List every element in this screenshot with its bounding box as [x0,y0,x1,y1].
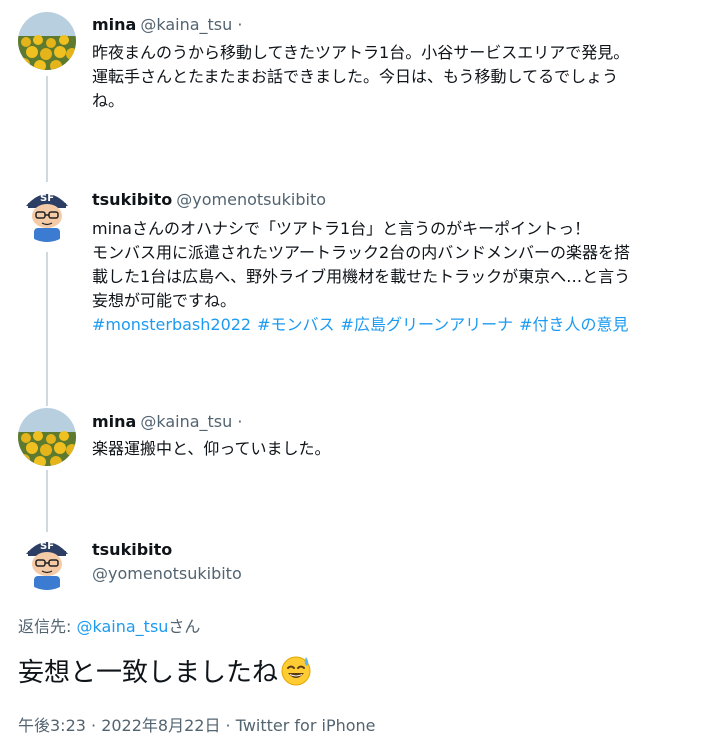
reply-to-handle-link[interactable]: @kaina_tsu [76,617,168,636]
tweet-header: mina @kaina_tsu · [92,411,242,433]
display-name[interactable]: tsukibito [92,538,242,562]
svg-text:SF: SF [40,193,54,204]
display-name[interactable]: tsukibito [92,190,172,209]
reply-to-suffix: さん [168,617,201,636]
reply-to-prefix: 返信先: [18,617,77,636]
tweet-line: モンバス用に派遣されたツアートラック2台の内バンドメンバーの楽器を搭 [92,243,631,262]
tweet-line: 運転手さんとたまたまお話できました。今日は、もう移動してるでしょう [92,67,619,86]
tweet-line: minaさんのオハナシで「ツアトラ1台」と言うのがキーポイントっ！ [92,219,591,238]
hashtag-link[interactable]: #monsterbash2022 [92,315,251,334]
cartoon-boy-cap-avatar-icon: SF [18,532,76,590]
user-handle[interactable]: @yomenotsukibito [92,562,242,586]
tweet-line: 昨夜まんのうから移動してきたツアトラ1台。小谷サービスエリアで発見。 [92,43,630,62]
tweet-header: tsukibito @yomenotsukibito [92,538,242,586]
sunflower-field-avatar-icon [18,12,76,70]
tweet[interactable]: mina @kaina_tsu · 楽器運搬中と、仰っていました。 [0,400,726,520]
tweet[interactable]: SF tsukibito @yomenotsukibito minaさんのオハナシ… [0,180,726,400]
tweet-line: 載した1台は広島へ、野外ライブ用機材を載せたトラックが東京へ…と言う [92,267,631,286]
svg-text:SF: SF [40,541,54,552]
hashtag-link[interactable]: #広島グリーンアリーナ [341,315,514,334]
avatar[interactable] [18,12,76,70]
main-tweet-text: 妄想と一致しましたね [18,654,312,691]
hashtag-link[interactable]: #付き人の意見 [519,315,628,334]
cartoon-boy-cap-avatar-icon: SF [18,184,76,242]
user-handle[interactable]: @yomenotsukibito [176,190,326,209]
sweat-smile-emoji-icon [281,656,311,686]
tweet-line: 妄想が可能ですね。 [92,291,237,310]
tweet[interactable]: mina @kaina_tsu · 昨夜まんのうから移動してきたツアトラ1台。小谷… [0,0,726,180]
hashtag-link[interactable]: #モンバス [257,315,334,334]
reply-to: 返信先: @kaina_tsuさん [18,613,200,637]
avatar[interactable] [18,408,76,466]
tweet-header: mina @kaina_tsu · [92,14,242,36]
sunflower-field-avatar-icon [18,408,76,466]
tweet-text: minaさんのオハナシで「ツアトラ1台」と言うのがキーポイントっ！ モンバス用に… [92,217,718,337]
display-name[interactable]: mina [92,412,136,431]
hashtag-list: #monsterbash2022 #モンバス #広島グリーンアリーナ #付き人の意見 [92,313,718,337]
avatar[interactable]: SF [18,184,76,242]
tweet-line: 楽器運搬中と、仰っていました。 [92,439,331,458]
tweet-timestamp[interactable]: 午後3:23 · 2022年8月22日 · Twitter for iPhone [18,712,376,736]
avatar[interactable]: SF [18,532,76,590]
main-tweet-body: 妄想と一致しましたね [18,658,279,688]
tweet-header: tsukibito @yomenotsukibito [92,189,326,211]
user-handle[interactable]: @kaina_tsu · [140,15,242,34]
tweet-text: 昨夜まんのうから移動してきたツアトラ1台。小谷サービスエリアで発見。 運転手さん… [92,41,718,113]
tweet-line: ね。 [92,91,125,110]
tweet-text: 楽器運搬中と、仰っていました。 [92,437,718,461]
display-name[interactable]: mina [92,15,136,34]
user-handle[interactable]: @kaina_tsu · [140,412,242,431]
